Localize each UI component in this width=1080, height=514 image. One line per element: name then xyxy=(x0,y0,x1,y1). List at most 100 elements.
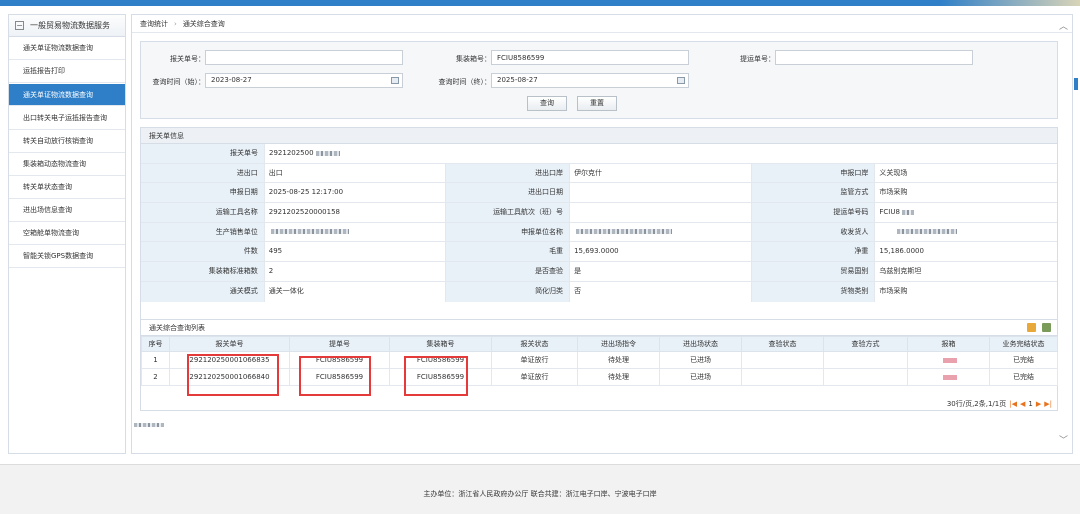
inspect-status-cell xyxy=(741,351,824,369)
first-page-icon[interactable]: |◀ xyxy=(1009,400,1017,408)
end-time-input[interactable]: 2025-08-27 xyxy=(491,73,689,88)
top-bar xyxy=(0,0,1080,6)
info-label: 集装箱标准箱数 xyxy=(141,262,265,281)
info-value: 伊尔克什 xyxy=(570,163,752,183)
footer-text: 主办单位：浙江省人民政府办公厅 联合共建：浙江电子口岸、宁波电子口岸 xyxy=(423,490,657,498)
start-time-value: 2023-08-27 xyxy=(211,76,252,84)
highlight-bill-column xyxy=(299,356,371,396)
info-value: 2025-08-25 12:17:00 xyxy=(265,183,447,203)
collapse-icon[interactable]: − xyxy=(15,21,24,30)
inspect-mode-cell xyxy=(823,351,908,369)
page-number[interactable]: 1 xyxy=(1028,400,1032,408)
sidebar-item-field-info[interactable]: 进出场信息查询 xyxy=(9,199,125,222)
calendar-icon[interactable] xyxy=(391,77,399,84)
column-header: 查验状态 xyxy=(741,336,824,352)
chevron-down-icon[interactable]: ﹀ xyxy=(1059,433,1068,446)
column-header: 查验方式 xyxy=(823,336,908,352)
main-panel: 查询统计 › 通关综合查询 ︿ 报关单号： 集装箱号： 提运单号： 查询时间（始… xyxy=(131,14,1073,454)
instruction-cell: 待处理 xyxy=(577,368,660,386)
last-page-icon[interactable]: ▶| xyxy=(1044,400,1052,408)
sidebar-header[interactable]: − 一般贸易物流数据服务 xyxy=(9,15,125,37)
info-row: 报关单号 2921202500 xyxy=(141,144,1057,164)
info-label: 申报单位名称 xyxy=(446,222,571,242)
sidebar-item-gps-lock[interactable]: 智能关锁GPS数据查询 xyxy=(9,245,125,268)
top-bar-accent xyxy=(940,0,1080,6)
declaration-label: 报关单号： xyxy=(170,55,205,63)
sidebar-item-container-dynamic[interactable]: 集装箱动态物流查询 xyxy=(9,153,125,176)
query-button[interactable]: 查询 xyxy=(527,96,567,111)
sidebar-item-transfer-arrival[interactable]: 出口转关电子运抵报告查询 xyxy=(9,107,125,130)
edit-icon[interactable] xyxy=(1027,323,1036,332)
table-header-row: 序号 报关单号 提单号 集装箱号 报关状态 进出场指令 进出场状态 查验状态 查… xyxy=(141,336,1058,352)
info-label: 申报日期 xyxy=(141,183,265,203)
redacted-value xyxy=(265,222,447,242)
info-label: 通关模式 xyxy=(141,281,265,302)
info-value: 市场采购 xyxy=(879,188,908,197)
export-icon[interactable] xyxy=(1042,323,1051,332)
reset-button[interactable]: 重置 xyxy=(577,96,617,111)
redacted-value xyxy=(875,223,1057,242)
info-row: 进出口 出口 进出口岸 伊尔克什 申报口岸 义关现场 xyxy=(141,163,1057,184)
declaration-info-panel: 报关单信息 报关单号 2921202500 进出口 出口 进出口岸 伊尔克什 申… xyxy=(140,127,1058,321)
box-cell xyxy=(907,368,990,386)
next-page-icon[interactable]: ▶ xyxy=(1036,400,1041,408)
info-row: 集装箱标准箱数 2 是否查验 是 贸易国别 乌兹别克斯坦 xyxy=(141,262,1057,282)
sidebar-item-transfer-status[interactable]: 转关单状态查询 xyxy=(9,176,125,199)
info-row: 申报日期 2025-08-25 12:17:00 进出口日期 监管方式 市场采购 xyxy=(141,183,1057,204)
info-label: 贸易国别 xyxy=(751,262,876,281)
breadcrumb-level2: 通关综合查询 xyxy=(182,19,225,28)
breadcrumb: 查询统计 › 通关综合查询 xyxy=(132,15,1072,33)
declaration-input[interactable] xyxy=(205,50,403,65)
pager-text: 30行/页,2条,1/1页 xyxy=(946,400,1007,408)
info-value: 2921202500 xyxy=(265,144,1057,163)
end-time-value: 2025-08-27 xyxy=(497,76,538,84)
info-value xyxy=(570,203,752,222)
column-header: 报关状态 xyxy=(491,336,578,352)
highlight-declaration-column xyxy=(187,354,279,396)
column-header: 业务完结状态 xyxy=(989,336,1058,352)
inspect-mode-cell xyxy=(823,368,908,386)
redacted-value xyxy=(570,222,752,242)
info-label: 生产销售单位 xyxy=(141,222,265,242)
done-status-cell: 已完结 xyxy=(989,368,1058,386)
bill-input[interactable] xyxy=(775,50,973,65)
info-panel-title: 报关单信息 xyxy=(141,128,1057,144)
breadcrumb-level1[interactable]: 查询统计 xyxy=(140,19,168,29)
info-value: 通关一体化 xyxy=(265,281,447,302)
sidebar-item-logistics-query-active[interactable]: 通关单证物流数据查询 xyxy=(9,84,125,106)
done-status-cell: 已完结 xyxy=(989,351,1058,369)
info-label: 是否查验 xyxy=(446,262,571,281)
declaration-status-cell: 单证放行 xyxy=(491,351,578,369)
info-label: 进出口 xyxy=(141,163,265,183)
info-label: 运输工具名称 xyxy=(141,203,265,222)
info-value: 是 xyxy=(570,262,752,281)
info-row: 生产销售单位 申报单位名称 收发货人 xyxy=(141,222,1057,243)
sidebar-item-auto-release[interactable]: 转关自动放行核销查询 xyxy=(9,130,125,153)
list-title: 通关综合查询列表 xyxy=(149,324,205,332)
column-header: 集装箱号 xyxy=(389,336,492,352)
container-input[interactable] xyxy=(491,50,689,65)
info-label: 申报口岸 xyxy=(751,163,876,183)
sidebar-item-empty-manifest[interactable]: 空箱舱单物流查询 xyxy=(9,222,125,245)
field-status-cell: 已进场 xyxy=(659,351,742,369)
info-label: 提运单号码 xyxy=(751,203,876,222)
info-value: 495 xyxy=(265,242,447,262)
column-header: 提单号 xyxy=(289,336,390,352)
calendar-icon[interactable] xyxy=(677,77,685,84)
chevron-up-icon[interactable]: ︿ xyxy=(1059,19,1068,32)
column-header: 进出场状态 xyxy=(659,336,742,352)
info-label: 收发货人 xyxy=(751,222,876,242)
scrollbar-thumb[interactable] xyxy=(1074,78,1078,90)
prev-page-icon[interactable]: ◀ xyxy=(1020,400,1025,408)
info-label: 件数 xyxy=(141,242,265,262)
info-label: 运输工具航次（班）号 xyxy=(446,203,571,222)
info-row: 运输工具名称 2921202520000158 运输工具航次（班）号 提运单号码… xyxy=(141,203,1057,223)
container-label: 集装箱号： xyxy=(456,55,491,63)
sidebar-item-arrival-print[interactable]: 运抵报告打印 xyxy=(9,60,125,83)
info-value: 市场采购 xyxy=(879,286,908,295)
info-value xyxy=(570,183,752,203)
start-time-label: 查询时间（始）： xyxy=(152,78,206,86)
info-label: 监管方式 xyxy=(751,183,876,203)
start-time-input[interactable]: 2023-08-27 xyxy=(205,73,403,88)
sidebar-item-logistics-query[interactable]: 通关单证物流数据查询 xyxy=(9,37,125,60)
